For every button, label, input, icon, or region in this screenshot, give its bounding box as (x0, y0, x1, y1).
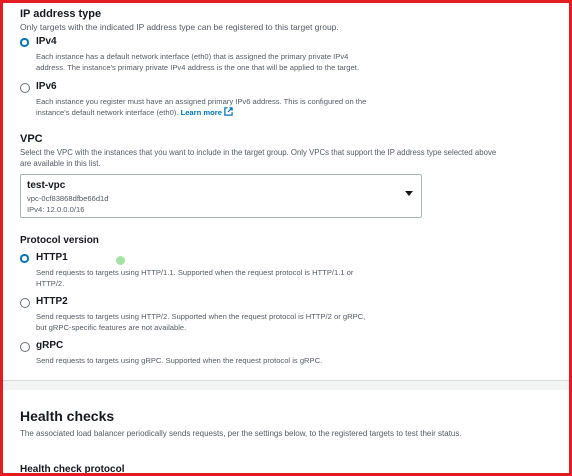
vpc-selected-name: test-vpc (27, 180, 66, 191)
vpc-description: Select the VPC with the instances that y… (20, 147, 496, 169)
option-grpc-description: Send requests to targets using gRPC. Sup… (36, 355, 456, 366)
option-http2-desc-line2: but gRPC-specific features are not avail… (36, 323, 187, 332)
option-grpc-label[interactable]: gRPC (36, 340, 63, 351)
mouse-cursor-highlight (116, 256, 125, 265)
vpc-title: VPC (20, 133, 43, 145)
option-ipv6-description: Each instance you register must have an … (36, 96, 456, 119)
option-http2-label[interactable]: HTTP2 (36, 296, 68, 307)
vpc-selected-cidr: IPv4: 12.0.0.0/16 (27, 205, 85, 214)
vpc-desc-line1: Select the VPC with the instances that y… (20, 148, 497, 157)
option-http1-desc-line1: Send requests to targets using HTTP/1.1.… (36, 268, 354, 277)
health-check-protocol-label: Health check protocol (20, 464, 125, 475)
ip-address-type-title: IP address type (20, 8, 102, 20)
vpc-select[interactable]: test-vpc vpc-0cf83868dfbe66d1d IPv4: 12.… (20, 174, 422, 218)
screenshot-frame: IP address type Only targets with the in… (0, 0, 572, 476)
learn-more-link[interactable]: Learn more (181, 108, 222, 117)
external-link-icon[interactable] (224, 107, 233, 119)
ip-address-type-description: Only targets with the indicated IP addre… (20, 22, 339, 32)
radio-ipv4[interactable] (20, 38, 29, 47)
protocol-version-title: Protocol version (20, 235, 99, 246)
target-group-form: IP address type Only targets with the in… (3, 3, 569, 473)
option-ipv4-label[interactable]: IPv4 (36, 36, 57, 47)
option-ipv4-description: Each instance has a default network inte… (36, 51, 456, 73)
radio-http2[interactable] (20, 298, 30, 308)
option-grpc-desc-line1: Send requests to targets using gRPC. Sup… (36, 356, 323, 365)
vpc-selected-id: vpc-0cf83868dfbe66d1d (27, 194, 109, 203)
radio-grpc[interactable] (20, 342, 30, 352)
vpc-desc-line2: are available in this list. (20, 159, 101, 168)
option-ipv6-desc-line1: Each instance you register must have an … (36, 97, 367, 106)
option-http1-desc-line2: HTTP/2. (36, 279, 65, 288)
section-divider-line (3, 380, 569, 381)
health-checks-description: The associated load balancer periodicall… (20, 429, 462, 438)
radio-ipv6[interactable] (20, 83, 30, 93)
caret-down-icon[interactable] (405, 191, 413, 196)
option-http1-label[interactable]: HTTP1 (36, 252, 68, 263)
radio-http1[interactable] (20, 254, 29, 263)
option-http2-desc-line1: Send requests to targets using HTTP/2. S… (36, 312, 366, 321)
option-ipv6-label[interactable]: IPv6 (36, 81, 57, 92)
option-http2-description: Send requests to targets using HTTP/2. S… (36, 311, 456, 333)
option-http1-description: Send requests to targets using HTTP/1.1.… (36, 267, 456, 289)
option-ipv4-desc-line2: address. The instance's primary private … (36, 63, 359, 72)
section-divider (3, 380, 569, 390)
option-ipv4-desc-line1: Each instance has a default network inte… (36, 52, 349, 61)
health-checks-title: Health checks (20, 408, 115, 424)
option-ipv6-desc-line2: instance's default network interface (et… (36, 108, 179, 117)
option-ipv6-desc-line2-row: instance's default network interface (et… (36, 107, 456, 119)
